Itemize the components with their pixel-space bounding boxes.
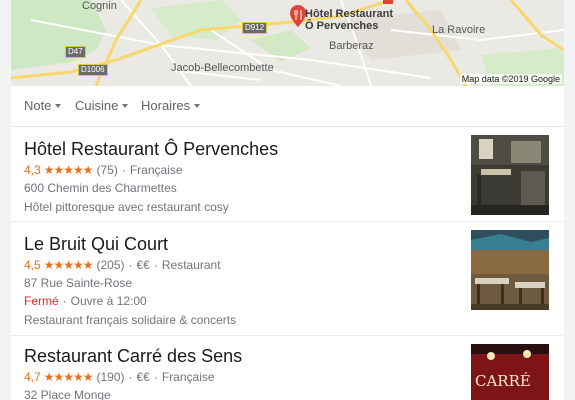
road-badge-d1006: D1006 (78, 64, 108, 76)
sign-text: CARRÉ (475, 372, 531, 390)
rating-value: 4,5 (24, 258, 41, 272)
category: Restaurant (161, 258, 221, 272)
listing-hours-row: Fermé · Ouvre à 12:00 (24, 294, 147, 308)
pin-label-line2: Ô Pervenches (305, 20, 379, 32)
category: Française (161, 370, 215, 384)
price-level: €€ (136, 258, 150, 272)
review-count[interactable]: (75) (96, 163, 117, 177)
chevron-down-icon (55, 103, 62, 108)
filter-cuisine-dropdown[interactable]: Cuisine (75, 98, 129, 113)
listing-description: Restaurant français solidaire & concerts (24, 313, 237, 327)
restaurant-terrace-photo (471, 230, 549, 310)
map-label-jacob: Jacob-Bellecombette (171, 62, 274, 74)
status-closed: Fermé (24, 294, 59, 308)
rating-value: 4,7 (24, 370, 41, 384)
review-count[interactable]: (190) (96, 370, 124, 384)
listing-address: 87 Rue Sainte-Rose (24, 276, 133, 290)
listing-name[interactable]: Hôtel Restaurant Ô Pervenches (24, 139, 278, 160)
separator-dot: · (128, 370, 133, 384)
filter-cuisine-label: Cuisine (75, 98, 119, 113)
listing-photo[interactable] (471, 230, 549, 310)
separator-dot: · (62, 294, 67, 308)
filter-horaires-label: Horaires (141, 98, 191, 113)
map-label-la-ravoire: La Ravoire (432, 24, 486, 36)
category: Française (129, 163, 183, 177)
road-badge-d912: D912 (242, 22, 268, 34)
listing-photo[interactable]: CARRÉ (471, 344, 549, 400)
opening-hours: Ouvre à 12:00 (70, 294, 147, 308)
separator-dot: · (153, 258, 158, 272)
separator-dot: · (121, 163, 126, 177)
left-frame (0, 0, 11, 400)
restaurant-sign-photo: CARRÉ (471, 344, 549, 400)
map-pin-label[interactable]: Hôtel Restaurant Ô Pervenches (305, 8, 393, 32)
map-marker-partial (383, 0, 393, 4)
listing-rating-row: 4,5 ★★★★★ (205) · €€ · Restaurant (24, 258, 221, 272)
filter-horaires-dropdown[interactable]: Horaires (141, 98, 201, 113)
restaurant-interior-photo (471, 135, 549, 215)
listing-description: Hôtel pittoresque avec restaurant cosy (24, 200, 229, 214)
price-level: €€ (136, 370, 150, 384)
star-rating-icon: ★★★★★ (43, 370, 94, 384)
listing-name[interactable]: Le Bruit Qui Court (24, 234, 168, 255)
separator-dot: · (128, 258, 133, 272)
chevron-down-icon (122, 103, 129, 108)
star-rating-icon: ★★★★★ (43, 258, 94, 272)
listing-address: 600 Chemin des Charmettes (24, 181, 177, 195)
listing-name[interactable]: Restaurant Carré des Sens (24, 346, 242, 367)
map[interactable]: Cognin Jacob-Bellecombette Barberaz La R… (11, 0, 564, 86)
listing-rating-row: 4,7 ★★★★★ (190) · €€ · Française (24, 370, 215, 384)
map-label-barberaz: Barberaz (329, 40, 374, 52)
listing-photo[interactable] (471, 135, 549, 215)
filter-note-dropdown[interactable]: Note (24, 98, 62, 113)
local-results-panel: Cognin Jacob-Bellecombette Barberaz La R… (11, 0, 564, 400)
listing-rating-row: 4,3 ★★★★★ (75) · Française (24, 163, 183, 177)
pin-label-line1: Hôtel Restaurant (305, 8, 394, 20)
review-count[interactable]: (205) (96, 258, 124, 272)
road-badge-d47: D47 (65, 46, 86, 58)
listing-address: 32 Place Monge (24, 388, 111, 400)
filter-bar: Note Cuisine Horaires (11, 86, 564, 127)
separator-dot: · (153, 370, 158, 384)
rating-value: 4,3 (24, 163, 41, 177)
star-rating-icon: ★★★★★ (43, 163, 94, 177)
listing-item[interactable]: Hôtel Restaurant Ô Pervenches 4,3 ★★★★★ … (11, 127, 564, 222)
listing-item[interactable]: Restaurant Carré des Sens 4,7 ★★★★★ (190… (11, 336, 564, 400)
map-label-cognin: Cognin (82, 0, 117, 12)
chevron-down-icon (194, 103, 201, 108)
listing-item[interactable]: Le Bruit Qui Court 4,5 ★★★★★ (205) · €€ … (11, 222, 564, 336)
filter-note-label: Note (24, 98, 52, 113)
right-frame (564, 0, 575, 400)
map-attribution: Map data ©2019 Google (459, 74, 562, 84)
